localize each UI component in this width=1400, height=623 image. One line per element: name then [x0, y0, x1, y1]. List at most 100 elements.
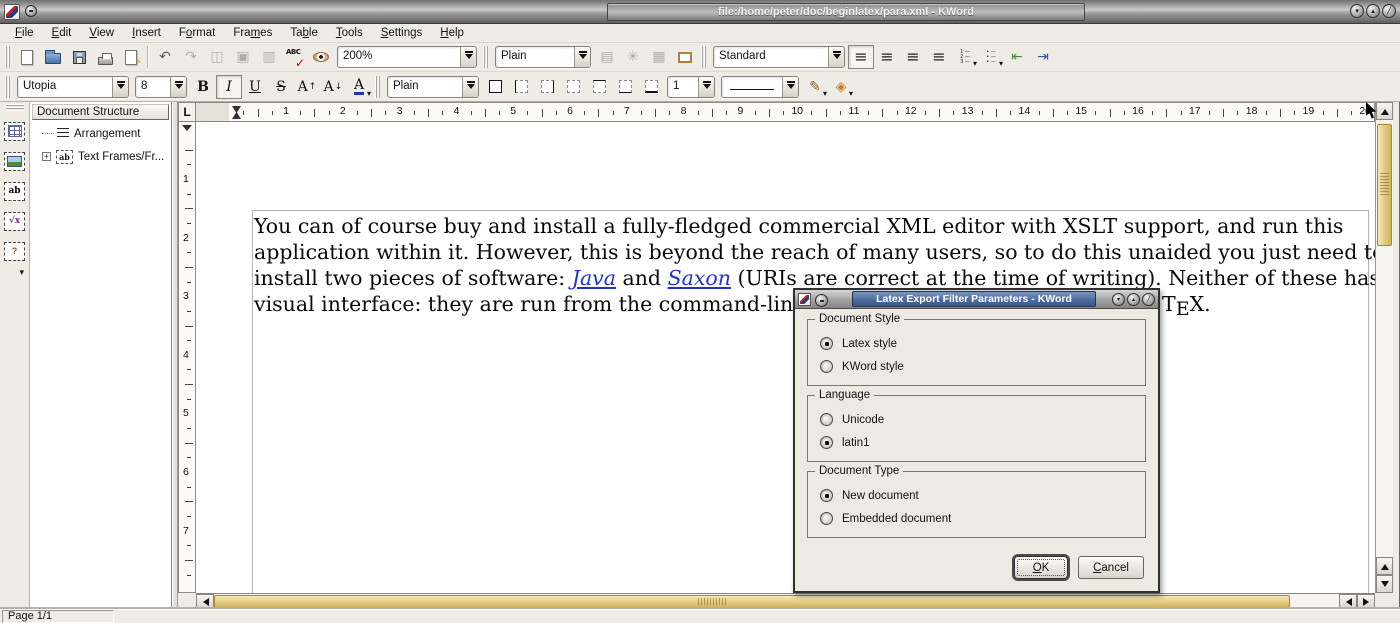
font-color-dropdown-arrow-icon[interactable]: ▾ [367, 90, 371, 98]
bullet-list-button[interactable]: • —• —• —▾ [978, 45, 1004, 69]
new-document-button[interactable] [14, 45, 40, 69]
horizontal-scroll-thumb[interactable] [214, 595, 1290, 608]
horizontal-ruler[interactable]: 1234567891011121314151617181920 [196, 102, 1375, 122]
menu-settings[interactable]: Settings [372, 26, 432, 40]
paragraph-style-select-arrow-icon[interactable] [574, 47, 590, 67]
paragraph-style-select[interactable]: Plain [495, 46, 591, 68]
close-button[interactable]: ╱ [1382, 4, 1396, 18]
menu-insert[interactable]: Insert [123, 26, 170, 40]
scroll-left-button[interactable] [196, 594, 214, 609]
cancel-button[interactable]: Cancel [1078, 556, 1144, 579]
background-color-dropdown-arrow-icon[interactable]: ▾ [849, 90, 853, 98]
insert-expression-button[interactable]: ▦ [646, 45, 672, 69]
raise-frame-button[interactable]: ▥ [256, 45, 282, 69]
maximize-button[interactable]: ▴ [1366, 4, 1380, 18]
italic-button[interactable]: I [216, 75, 242, 99]
maximize-button[interactable]: ▴ [1127, 293, 1140, 306]
minimize-button[interactable]: ▾ [1112, 293, 1125, 306]
insert-picture-button[interactable] [2, 148, 28, 174]
radio-unicode[interactable]: Unicode [820, 408, 1145, 431]
window-titlebar[interactable]: file:/home/peter/doc/beginlatex/para.xml… [0, 0, 1400, 24]
tab-type-selector[interactable]: L [178, 102, 196, 122]
sticky-button[interactable] [25, 5, 37, 17]
radio-indicator[interactable] [820, 413, 833, 426]
menu-file[interactable]: File [6, 26, 43, 40]
zoom-select[interactable]: 200% [337, 46, 477, 68]
tree-expander[interactable]: + [42, 152, 51, 161]
toolbar-handle[interactable] [701, 46, 707, 68]
menu-frames[interactable]: Frames [224, 26, 281, 40]
border-style-select[interactable] [721, 76, 799, 98]
scroll-up-button[interactable] [1376, 102, 1393, 120]
toolbar-extension-arrow-icon[interactable]: ▾ [19, 267, 24, 278]
radio-new-document[interactable]: New document [820, 484, 1145, 507]
border-color-button[interactable]: ✎▾ [802, 75, 828, 99]
border-width-select[interactable]: 1 [667, 76, 715, 98]
radio-embedded-document[interactable]: Embedded document [820, 507, 1145, 530]
dialog-sticky-button[interactable] [815, 294, 828, 307]
radio-indicator[interactable] [820, 436, 833, 449]
border-top-button[interactable] [586, 75, 612, 99]
menu-edit[interactable]: Edit [43, 26, 81, 40]
subscript-button[interactable]: A↓ [320, 75, 346, 99]
insert-text-frame-button[interactable]: ab [2, 178, 28, 204]
radio-latex-style[interactable]: Latex style [820, 332, 1145, 355]
font-size-select[interactable]: 8 [135, 76, 187, 98]
menu-table[interactable]: Table [281, 26, 327, 40]
bullet-list-dropdown-arrow-icon[interactable]: ▾ [999, 60, 1003, 68]
menu-view[interactable]: View [80, 26, 123, 40]
toolbar-handle[interactable] [375, 76, 381, 98]
horizontal-scrollbar[interactable] [196, 593, 1375, 609]
font-color-button[interactable]: A▾ [346, 75, 372, 99]
toolbar-handle[interactable] [5, 76, 11, 98]
align-justify-button[interactable]: ≡ [926, 45, 952, 69]
insert-table-button[interactable] [2, 118, 28, 144]
undo-button[interactable]: ↶ [152, 45, 178, 69]
border-color-dropdown-arrow-icon[interactable]: ▾ [823, 90, 827, 98]
vertical-scrollbar[interactable] [1375, 102, 1393, 593]
decrease-indent-button[interactable]: ⇤ [1004, 45, 1030, 69]
save-document-button[interactable] [66, 45, 92, 69]
list-style-select-arrow-icon[interactable] [828, 47, 844, 67]
print-document-button[interactable] [92, 45, 118, 69]
insert-formula-button[interactable]: √x [2, 208, 28, 234]
ok-button[interactable]: OK [1014, 556, 1068, 579]
top-margin-marker[interactable] [182, 125, 192, 136]
numbered-list-button[interactable]: 1 —2 —3 —▾ [952, 45, 978, 69]
toolbar-handle[interactable] [5, 46, 11, 68]
border-inner-button[interactable] [638, 75, 664, 99]
insert-object-button[interactable]: ? [2, 238, 28, 264]
border-width-select-arrow-icon[interactable] [698, 77, 714, 97]
insert-variable-button[interactable]: ✳ [620, 45, 646, 69]
align-center-button[interactable]: ≡ [874, 45, 900, 69]
dialog-titlebar[interactable]: Latex Export Filter Parameters - KWord ▾… [795, 290, 1158, 309]
kword-app-icon[interactable] [4, 4, 20, 20]
border-right-button[interactable] [534, 75, 560, 99]
radio-indicator[interactable] [820, 489, 833, 502]
hyperlink-saxon[interactable]: Saxon [668, 266, 731, 290]
font-size-select-arrow-icon[interactable] [170, 77, 186, 97]
scroll-right-button[interactable] [1357, 594, 1375, 609]
scroll-up-button-bottom[interactable] [1376, 557, 1393, 575]
border-style-select-arrow-icon[interactable] [782, 77, 798, 97]
zoom-select-arrow-icon[interactable] [460, 47, 476, 67]
open-document-button[interactable] [40, 45, 66, 69]
align-right-button[interactable]: ≡ [900, 45, 926, 69]
increase-indent-button[interactable]: ⇥ [1030, 45, 1056, 69]
edit-text-frame-button[interactable]: ◫ [204, 45, 230, 69]
border-none-button[interactable] [560, 75, 586, 99]
tree-item-text-frames-fr[interactable]: +abText Frames/Fr... [30, 145, 171, 168]
insert-footnote-button[interactable]: ▤ [594, 45, 620, 69]
radio-indicator[interactable] [820, 337, 833, 350]
bold-button[interactable]: B [190, 75, 216, 99]
spellcheck-button[interactable]: ABC✓ [282, 45, 308, 69]
insert-frame-button[interactable] [672, 45, 698, 69]
document-canvas[interactable]: You can of course buy and install a full… [196, 122, 1375, 593]
numbered-list-dropdown-arrow-icon[interactable]: ▾ [973, 60, 977, 68]
radio-latin1[interactable]: latin1 [820, 431, 1145, 454]
underline-button[interactable]: U [242, 75, 268, 99]
radio-indicator[interactable] [820, 360, 833, 373]
hyperlink-java[interactable]: Java [572, 266, 616, 290]
scroll-left-button-right[interactable] [1339, 594, 1357, 609]
scroll-down-button[interactable] [1376, 575, 1393, 593]
